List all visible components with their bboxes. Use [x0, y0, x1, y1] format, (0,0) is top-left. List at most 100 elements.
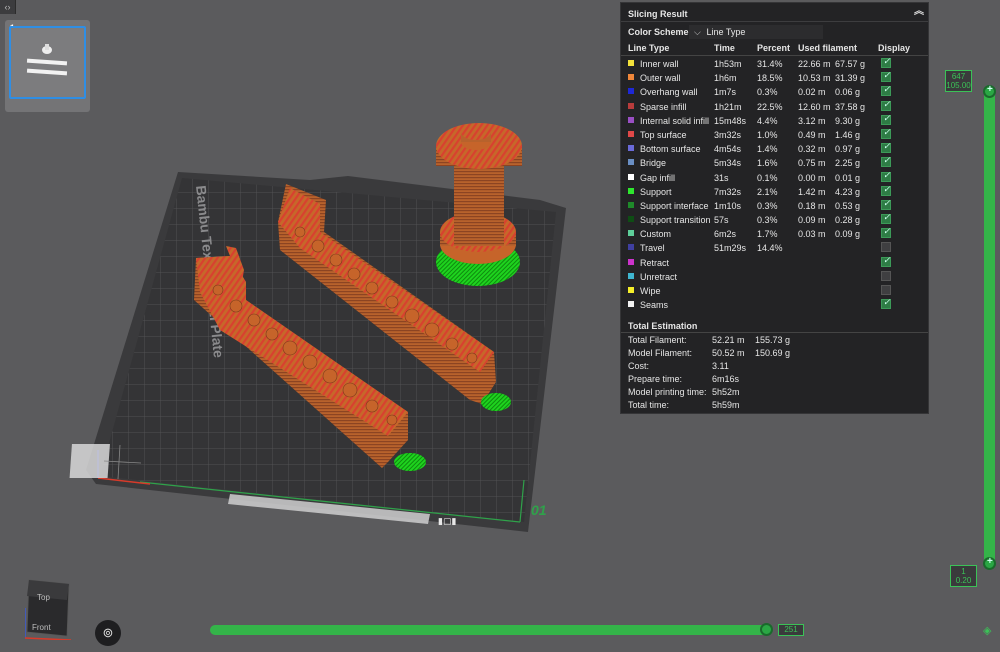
line-color-swatch: [628, 60, 634, 66]
display-checkbox[interactable]: [881, 56, 891, 68]
layer-top-number: 647: [951, 72, 966, 81]
line-type-row: Bridge 5m34s 1.6% 0.75 m 2.25 g: [621, 155, 928, 169]
layer-top-height: 105.00: [946, 81, 971, 90]
line-color-swatch: [628, 272, 634, 279]
line-type-name: Gap infill: [640, 172, 676, 183]
line-type-name: Support interface: [640, 200, 709, 211]
line-type-grams: 0.28 g: [835, 215, 861, 226]
line-type-row: Support 7m32s 2.1% 1.42 m 4.23 g: [621, 184, 928, 198]
display-checkbox[interactable]: [881, 198, 891, 210]
display-checkbox[interactable]: [881, 141, 891, 154]
total-value: 5h59m: [712, 400, 740, 411]
line-type-meters: 0.32 m: [798, 144, 826, 155]
line-type-name: Seams: [640, 300, 669, 311]
display-checkbox[interactable]: [881, 297, 891, 310]
layers-icon[interactable]: ◈: [983, 624, 995, 637]
col-line-type: Line Type: [628, 43, 670, 53]
plate-thumbnail[interactable]: 1: [5, 20, 90, 112]
line-type-name: Outer wall: [640, 73, 681, 84]
display-checkbox[interactable]: [881, 127, 891, 139]
line-type-row: Support interface 1m10s 0.3% 0.18 m 0.53 g: [621, 198, 928, 212]
recenter-view-button[interactable]: ⊚: [95, 620, 121, 646]
line-color-swatch: [628, 216, 634, 223]
layer-slider-track[interactable]: [984, 88, 995, 565]
line-color-swatch: [628, 258, 634, 265]
layer-slider-bottom-handle[interactable]: [983, 556, 996, 570]
line-type-name: Inner wall: [640, 59, 679, 69]
line-type-name: Support transition: [640, 215, 711, 226]
line-type-grams: 9.30 g: [835, 115, 861, 126]
line-type-time: 7m32s: [714, 186, 742, 197]
line-type-row: Overhang wall 1m7s 0.3% 0.02 m 0.06 g: [621, 84, 928, 98]
display-checkbox[interactable]: [881, 155, 891, 168]
line-type-percent: 1.4%: [757, 144, 778, 155]
display-checkbox[interactable]: [881, 270, 891, 281]
line-color-swatch: [628, 88, 634, 95]
collapse-panel-icon[interactable]: ︽: [913, 6, 925, 18]
display-checkbox[interactable]: [881, 184, 891, 196]
line-type-grams: 0.01 g: [835, 172, 861, 183]
display-checkbox[interactable]: [881, 255, 891, 267]
line-type-name: Travel: [640, 243, 665, 254]
total-label: Cost:: [628, 361, 650, 372]
col-percent: Percent: [757, 43, 791, 53]
plate-tools: ▮▢▮: [438, 517, 456, 527]
line-type-grams: 4.23 g: [835, 186, 861, 197]
total-estimation-row: Prepare time: 6m16s: [621, 372, 928, 385]
line-color-swatch: [628, 287, 634, 293]
display-checkbox[interactable]: [881, 113, 891, 125]
line-type-time: 3m32s: [714, 129, 742, 140]
line-type-time: 57s: [714, 215, 729, 226]
col-used-filament: Used filament: [798, 43, 858, 53]
total-estimation-table: Total Filament: 52.21 m 155.73 g Model Fila…: [621, 333, 928, 411]
line-type-row: Unretract: [621, 269, 928, 283]
line-type-time: 1m7s: [714, 87, 737, 98]
total-value-secondary: 150.69 g: [755, 348, 791, 359]
line-color-swatch: [628, 244, 634, 251]
color-scheme-select[interactable]: ⌵ Line Type: [689, 25, 823, 39]
line-type-percent: 0.1%: [757, 172, 778, 183]
line-type-time: 1h53m: [714, 59, 742, 69]
line-type-time: 4m54s: [714, 144, 742, 155]
move-slider-handle[interactable]: [760, 623, 773, 636]
line-type-time: 5m34s: [714, 158, 742, 169]
line-type-row: Seams: [621, 297, 928, 311]
slicing-result-panel: Slicing Result ︽ Color Scheme ⌵ Line Typ…: [620, 2, 929, 414]
display-checkbox[interactable]: [881, 212, 891, 225]
line-type-meters: 0.18 m: [798, 200, 826, 211]
display-checkbox[interactable]: [881, 84, 891, 97]
color-scheme-row: Color Scheme ⌵ Line Type: [621, 22, 928, 40]
line-type-time: 31s: [714, 172, 729, 183]
sidebar-toggle-button[interactable]: ‹›: [0, 0, 16, 14]
line-type-time: 15m48s: [714, 115, 747, 126]
total-estimation-row: Total Filament: 52.21 m 155.73 g: [621, 333, 928, 346]
view-cube-front-label[interactable]: Front: [32, 623, 51, 632]
line-type-row: Bottom surface 4m54s 1.4% 0.32 m 0.97 g: [621, 141, 928, 155]
display-checkbox[interactable]: [881, 226, 891, 239]
slicing-result-title: Slicing Result: [628, 9, 688, 19]
display-checkbox[interactable]: [881, 285, 891, 295]
display-checkbox[interactable]: [881, 242, 891, 253]
line-type-grams: 67.57 g: [835, 59, 866, 69]
view-cube[interactable]: Top Front: [25, 578, 71, 640]
line-type-meters: 10.53 m: [798, 73, 831, 84]
line-color-swatch: [628, 116, 634, 123]
plate-thumbnail-image: [26, 44, 68, 76]
line-type-row: Inner wall 1h53m 31.4% 22.66 m 67.57 g: [621, 56, 928, 70]
line-type-name: Unretract: [640, 271, 678, 282]
line-type-name: Retract: [640, 257, 670, 268]
line-type-meters: 0.02 m: [798, 87, 826, 98]
line-type-time: 6m2s: [714, 229, 737, 240]
line-type-time: 51m29s: [714, 243, 747, 254]
display-checkbox[interactable]: [881, 170, 891, 182]
line-color-swatch: [628, 145, 634, 152]
display-checkbox[interactable]: [881, 99, 891, 111]
total-value: 6m16s: [712, 374, 740, 385]
layer-top-readout: 647 105.00: [945, 70, 972, 92]
layer-slider-top-handle[interactable]: [983, 84, 996, 98]
display-checkbox[interactable]: [881, 70, 891, 83]
move-slider-track[interactable]: [210, 625, 770, 635]
line-color-swatch: [628, 230, 634, 237]
view-cube-top-label[interactable]: Top: [37, 593, 50, 602]
line-type-meters: 1.42 m: [798, 186, 826, 197]
